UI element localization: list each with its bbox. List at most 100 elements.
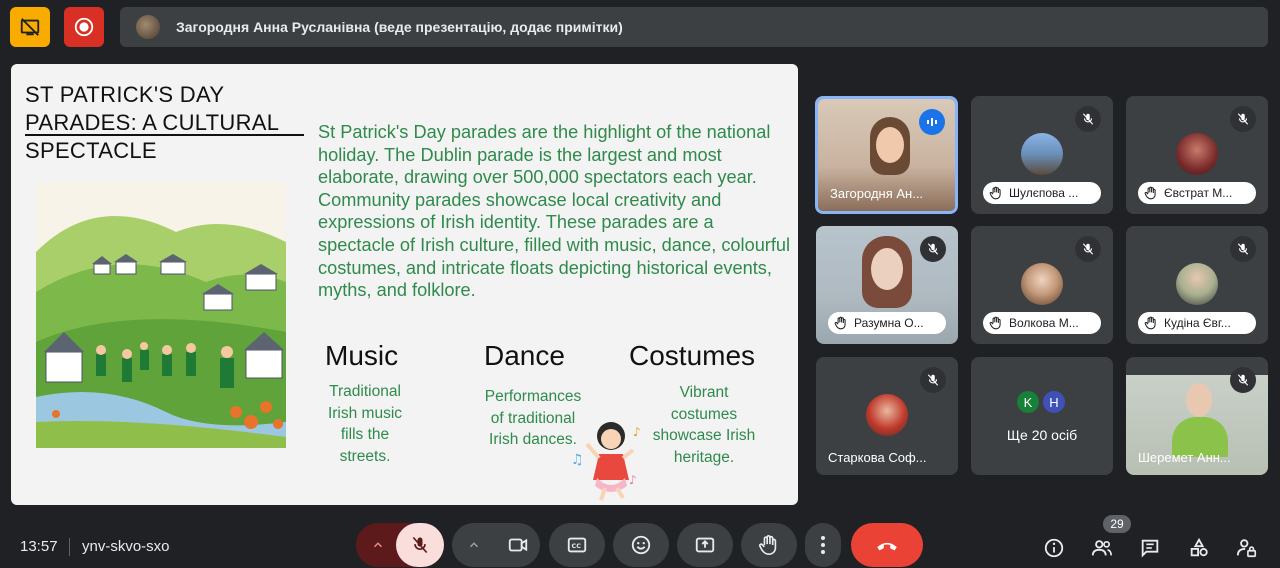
dancing-girl-illustration: ♫ ♪ ♪ xyxy=(571,422,641,501)
raised-hand-icon xyxy=(834,316,846,330)
raised-hand-icon xyxy=(1144,186,1156,200)
leave-call-button[interactable] xyxy=(851,523,923,567)
column-title-costumes: Costumes xyxy=(629,340,756,371)
raised-hand-icon xyxy=(989,316,1001,330)
chat-icon xyxy=(1141,539,1159,558)
divider xyxy=(69,538,70,556)
mic-off-icon xyxy=(1075,106,1101,132)
video-camera-icon xyxy=(508,538,528,552)
raise-hand-button[interactable] xyxy=(741,523,797,567)
mic-off-icon xyxy=(1230,236,1256,262)
participant-tile-others[interactable]: K H Ще 20 осіб xyxy=(971,357,1113,475)
captions-button[interactable]: CC xyxy=(549,523,605,567)
mic-off-icon xyxy=(1075,236,1101,262)
meeting-code: ynv-skvo-sxo xyxy=(82,538,170,555)
audio-options-button[interactable] xyxy=(356,523,400,567)
avatar-initial: H xyxy=(1041,389,1067,415)
participant-name: Старкова Соф... xyxy=(828,450,927,465)
stop-presenting-button[interactable] xyxy=(10,7,50,47)
others-count-label: Ще 20 осіб xyxy=(1006,427,1078,443)
participant-name: Загородня Ан... xyxy=(830,186,924,201)
people-icon xyxy=(1091,540,1112,556)
mic-toggle-button[interactable] xyxy=(396,523,444,567)
participant-tile-starkova[interactable]: Старкова Соф... xyxy=(816,357,958,475)
participant-name: Волкова М... xyxy=(1009,316,1079,330)
participant-tile-volkova[interactable]: Волкова М... xyxy=(971,226,1113,344)
participant-name: Кудіна Євг... xyxy=(1164,316,1231,330)
presenter-banner: Загородня Анна Русланівна (веде презента… xyxy=(120,7,1268,47)
present-screen-icon xyxy=(695,537,715,553)
raised-hand-icon xyxy=(989,186,1001,200)
participant-name: Євстрат М... xyxy=(1164,186,1233,200)
mic-off-icon xyxy=(920,236,946,262)
end-call-icon xyxy=(877,542,897,551)
present-off-icon xyxy=(20,18,40,36)
svg-text:♪: ♪ xyxy=(629,473,637,487)
speaking-indicator-icon xyxy=(919,109,945,135)
participant-name: Разумна О... xyxy=(854,316,924,330)
participants-count-badge: 29 xyxy=(1103,515,1131,533)
chevron-up-icon xyxy=(373,542,383,548)
column-text-costumes: Vibrant costumes showcase Irish heritage… xyxy=(652,384,756,466)
presenter-avatar xyxy=(136,15,160,39)
participant-name-pill: Кудіна Євг... xyxy=(1138,312,1256,334)
meeting-details-button[interactable] xyxy=(1041,535,1067,561)
present-screen-button[interactable] xyxy=(677,523,733,567)
participant-tile-shuliepova[interactable]: Шулєпова ... xyxy=(971,96,1113,214)
participant-name-pill: Євстрат М... xyxy=(1138,182,1256,204)
camera-toggle-button[interactable] xyxy=(496,523,540,567)
raised-hand-icon xyxy=(1144,316,1156,330)
more-vert-icon xyxy=(821,536,825,554)
avatar xyxy=(866,394,908,436)
more-options-button[interactable] xyxy=(805,523,841,567)
info-icon xyxy=(1044,538,1064,558)
participant-face xyxy=(871,248,903,290)
slide-title: ST PATRICK'S DAY PARADES: A CULTURAL SPE… xyxy=(25,82,279,163)
column-title-music: Music xyxy=(325,340,399,371)
participant-name-pill: Разумна О... xyxy=(828,312,946,334)
avatar xyxy=(1021,263,1063,305)
audio-controls-group xyxy=(356,523,444,567)
video-options-button[interactable] xyxy=(452,523,496,567)
record-icon xyxy=(74,17,94,37)
participant-tile-zahorodnia[interactable]: Загородня Ан... xyxy=(815,96,958,214)
title-underline xyxy=(25,134,304,136)
participant-name-pill: Шулєпова ... xyxy=(983,182,1101,204)
avatar xyxy=(1021,133,1063,175)
participant-face xyxy=(876,127,904,163)
lock-person-icon xyxy=(1236,539,1257,558)
participant-tile-yevstrat[interactable]: Євстрат М... xyxy=(1126,96,1268,214)
svg-text:CC: CC xyxy=(572,542,582,550)
activities-button[interactable] xyxy=(1186,535,1212,561)
mic-off-icon xyxy=(1230,367,1256,393)
chevron-up-icon xyxy=(469,542,479,548)
presentation-slide: ST PATRICK'S DAY PARADES: A CULTURAL SPE… xyxy=(11,64,798,505)
column-text-music: Traditional Irish music fills the street… xyxy=(327,383,403,465)
presenter-text: Загородня Анна Русланівна (веде презента… xyxy=(176,19,623,35)
avatar xyxy=(1176,263,1218,305)
host-controls-button[interactable] xyxy=(1234,535,1260,561)
participant-name: Шулєпова ... xyxy=(1009,186,1079,200)
svg-text:♪: ♪ xyxy=(633,425,641,439)
avatar-initial: K xyxy=(1015,389,1041,415)
column-title-dance: Dance xyxy=(484,340,565,371)
participant-tile-kudina[interactable]: Кудіна Євг... xyxy=(1126,226,1268,344)
mic-off-icon xyxy=(1230,106,1256,132)
participant-tile-razumna[interactable]: Разумна О... xyxy=(816,226,958,344)
raise-hand-icon xyxy=(759,535,777,555)
slide-body-text: St Patrick's Day parades are the highlig… xyxy=(318,122,791,301)
chat-button[interactable] xyxy=(1137,535,1163,561)
meeting-clock: 13:57 xyxy=(20,538,58,555)
svg-text:♫: ♫ xyxy=(571,452,584,468)
reactions-button[interactable] xyxy=(613,523,669,567)
mic-off-icon xyxy=(412,536,428,554)
people-button[interactable] xyxy=(1089,535,1115,561)
shapes-icon xyxy=(1190,537,1208,557)
recording-button[interactable] xyxy=(64,7,104,47)
avatar xyxy=(1176,133,1218,175)
closed-captions-icon: CC xyxy=(567,537,587,553)
participant-face xyxy=(1186,383,1212,417)
emoji-icon xyxy=(631,535,651,555)
participant-tile-sheremet[interactable]: Шеремет Анн... xyxy=(1126,357,1268,475)
participant-name-pill: Волкова М... xyxy=(983,312,1101,334)
